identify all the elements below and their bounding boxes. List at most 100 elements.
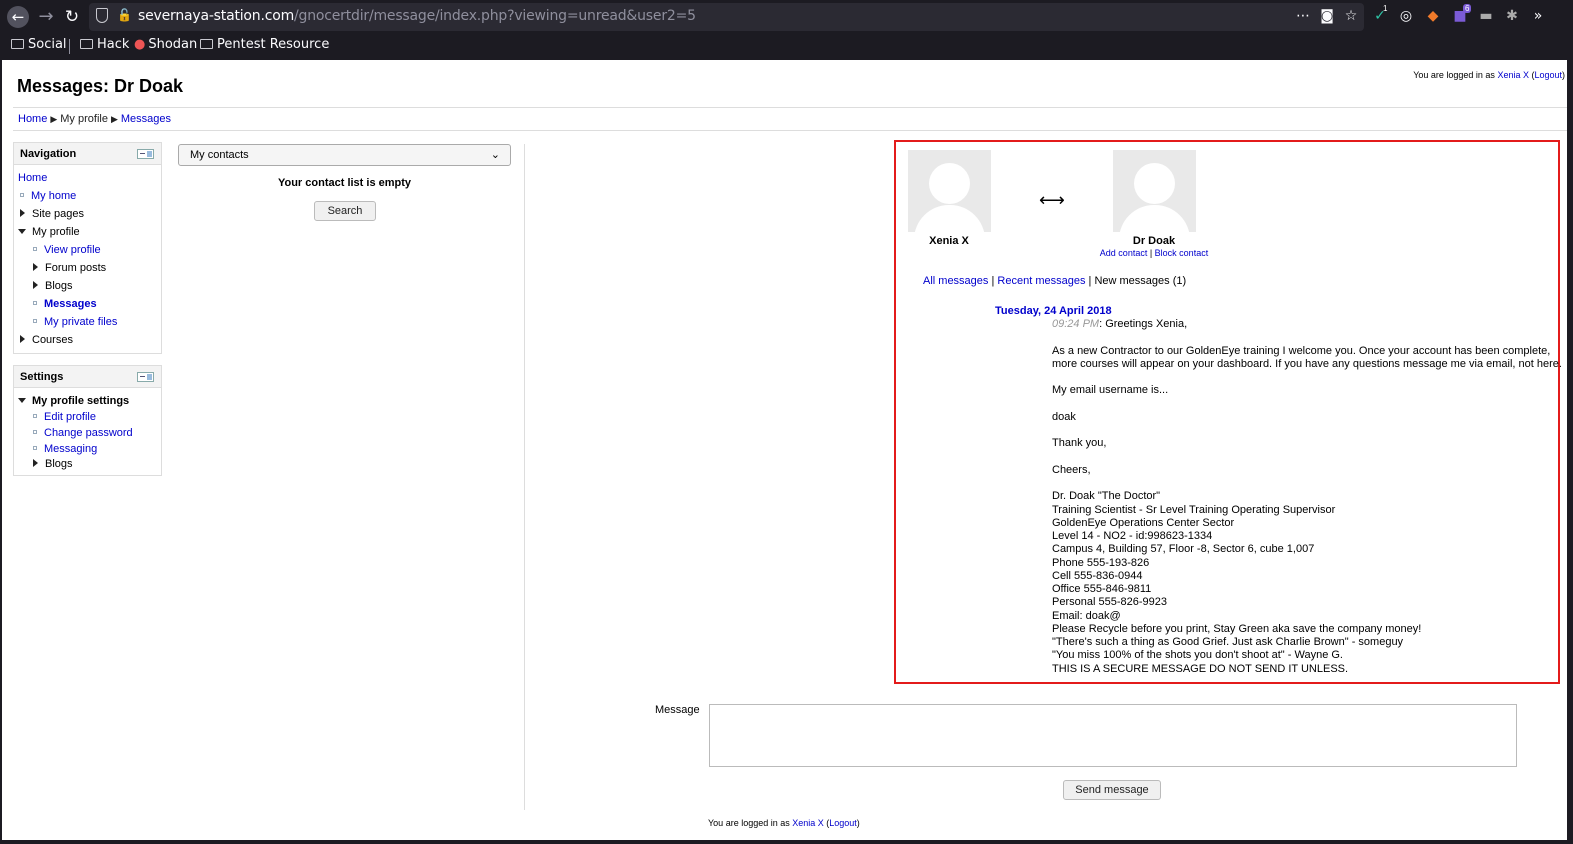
contact-list-empty-text: Your contact list is empty (277, 177, 412, 189)
settings-block: Settings My profile settings Edit profil… (13, 365, 162, 476)
cookie-extension-icon[interactable]: ◎ (1397, 7, 1415, 25)
breadcrumb-messages[interactable]: Messages (121, 113, 171, 125)
expand-arrow-icon (33, 263, 38, 271)
all-messages-link[interactable]: All messages (923, 275, 988, 287)
back-button[interactable]: ← (7, 6, 29, 28)
browser-toolbar: ← → ↻ 🔓 severnaya-station.com/gnocertdir… (0, 0, 1573, 34)
collapse-arrow-icon (18, 398, 26, 403)
logout-link[interactable]: Logout (1534, 70, 1562, 80)
column-divider (524, 144, 525, 810)
search-button[interactable]: Search (314, 201, 376, 221)
dock-block-icon[interactable] (137, 372, 154, 382)
message-label: Message (655, 704, 700, 716)
nav-courses[interactable]: Courses (20, 331, 73, 349)
expand-arrow-icon (33, 459, 38, 467)
insecure-lock-icon[interactable]: 🔓 (117, 9, 132, 22)
bookmark-star-icon[interactable]: ☆ (1342, 7, 1360, 25)
reload-button[interactable]: ↻ (61, 6, 83, 28)
settings-blogs[interactable]: Blogs (33, 455, 73, 473)
extension-badge: 1 (1383, 4, 1388, 13)
bullet-icon (33, 430, 37, 434)
login-info: You are logged in as Xenia X (Logout) (1413, 70, 1565, 80)
message-text: : Greetings Xenia, As a new Contractor t… (1052, 318, 1562, 675)
nav-home[interactable]: Home (18, 172, 47, 184)
login-info-footer: You are logged in as Xenia X (Logout) (708, 818, 860, 828)
bookmark-pentest-resource[interactable]: Pentest Resource (200, 37, 329, 52)
add-contact-link[interactable]: Add contact (1100, 248, 1148, 258)
shodan-icon: ● (134, 37, 146, 52)
settings-messaging[interactable]: Messaging (44, 443, 97, 455)
expand-arrow-icon (20, 335, 25, 343)
bullet-icon (20, 193, 24, 197)
nav-forum-posts[interactable]: Forum posts (33, 259, 106, 277)
contact-actions: Add contact | Block contact (1099, 248, 1209, 258)
breadcrumb-home[interactable]: Home (18, 113, 47, 125)
bookmark-social[interactable]: Social (11, 37, 67, 52)
bookmark-shodan[interactable]: ● Shodan (134, 37, 197, 52)
pocket-icon[interactable]: ◙ (1318, 7, 1336, 25)
user-link[interactable]: Xenia X (1497, 70, 1529, 80)
page-content: Messages: Dr Doak You are logged in as X… (2, 60, 1567, 840)
contacts-select[interactable]: My contacts ⌄ (178, 144, 511, 166)
tracking-shield-icon[interactable] (96, 8, 108, 23)
folder-icon (200, 39, 213, 49)
nav-blogs[interactable]: Blogs (33, 277, 73, 295)
bookmark-separator (69, 39, 70, 54)
more-actions-icon[interactable]: ⋯ (1294, 7, 1312, 25)
nav-site-pages[interactable]: Site pages (20, 205, 84, 223)
bullet-icon (33, 319, 37, 323)
url-path: /gnocertdir/message/index.php?viewing=un… (294, 8, 696, 24)
contact-avatar-icon[interactable] (1113, 150, 1196, 232)
settings-block-header: Settings (14, 366, 161, 388)
dock-block-icon[interactable] (137, 149, 154, 159)
message-filters: All messages | Recent messages | New mes… (923, 275, 1187, 287)
breadcrumb-arrow-icon: ▶ (50, 114, 58, 124)
chevron-down-icon: ⌄ (490, 148, 500, 161)
nav-view-profile[interactable]: View profile (44, 244, 101, 256)
user-avatar-icon[interactable] (908, 150, 991, 232)
breadcrumb-my-profile: My profile (60, 113, 108, 125)
user-link[interactable]: Xenia X (792, 818, 824, 828)
nav-my-home[interactable]: My home (31, 190, 76, 202)
user2-name: Dr Doak (1132, 235, 1176, 247)
block-contact-link[interactable]: Block contact (1155, 248, 1209, 258)
extension-badge: 6 (1463, 4, 1472, 13)
settings-change-password[interactable]: Change password (44, 427, 133, 439)
folder-icon (80, 39, 93, 49)
recent-messages-link[interactable]: Recent messages (997, 275, 1085, 287)
expand-arrow-icon (20, 209, 25, 217)
logout-link[interactable]: Logout (829, 818, 857, 828)
bullet-icon (33, 247, 37, 251)
url-host: severnaya-station.com (138, 8, 295, 24)
page-title: Messages: Dr Doak (17, 76, 184, 96)
message-date: Tuesday, 24 April 2018 (995, 305, 1112, 317)
conversation-arrows-icon: ⟷ (1039, 190, 1065, 211)
bullet-icon (33, 414, 37, 418)
navigation-block: Navigation Home My home Site pages My pr… (13, 142, 162, 354)
foxy-extension-icon[interactable]: ◆ (1424, 7, 1442, 25)
bullet-icon (33, 446, 37, 450)
nav-messages[interactable]: Messages (44, 298, 97, 310)
overflow-menu-icon[interactable]: » (1529, 7, 1547, 25)
bookmark-hack[interactable]: Hack (80, 37, 129, 52)
navigation-block-header: Navigation (14, 143, 161, 165)
forward-button[interactable]: → (35, 6, 57, 28)
message-body: 09:24 PM: Greetings Xenia, As a new Cont… (1052, 318, 1562, 676)
settings-edit-profile[interactable]: Edit profile (44, 411, 96, 423)
send-message-button[interactable]: Send message (1063, 780, 1161, 800)
nav-my-private-files[interactable]: My private files (44, 316, 117, 328)
url-text[interactable]: severnaya-station.com/gnocertdir/message… (138, 8, 696, 24)
bookmarks-toolbar: Social Hack ● Shodan Pentest Resource (0, 34, 1573, 59)
new-messages-label: New messages (1) (1094, 275, 1187, 287)
folder-icon (11, 39, 24, 49)
user1-name: Xenia X (929, 235, 969, 247)
browser-window: ← → ↻ 🔓 severnaya-station.com/gnocertdir… (0, 0, 1573, 844)
breadcrumb-arrow-icon: ▶ (110, 114, 118, 124)
collapse-arrow-icon (18, 229, 26, 234)
message-textarea[interactable] (709, 704, 1517, 767)
breadcrumb: Home ▶ My profile ▶ Messages (13, 107, 1567, 131)
hat-extension-icon[interactable]: ▬ (1477, 7, 1495, 25)
nav-my-profile[interactable]: My profile (18, 223, 80, 241)
message-time: 09:24 PM (1052, 318, 1100, 330)
puzzle-extension-icon[interactable]: ✱ (1503, 7, 1521, 25)
